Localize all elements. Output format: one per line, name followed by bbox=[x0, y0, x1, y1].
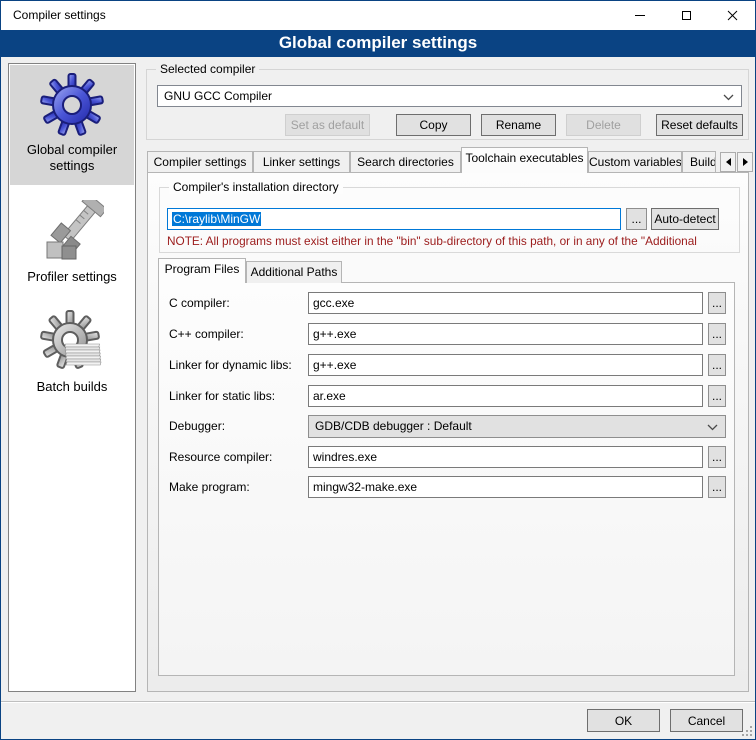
tab-toolchain-executables[interactable]: Toolchain executables bbox=[461, 147, 588, 173]
sidebar-item-label: Profiler settings bbox=[27, 269, 117, 285]
tab-scroll-left-button[interactable] bbox=[720, 152, 736, 172]
arrow-right-icon bbox=[743, 158, 748, 166]
tab-custom-variables[interactable]: Custom variables bbox=[588, 151, 682, 173]
installation-directory-group: Compiler's installation directory C:\ray… bbox=[159, 187, 740, 253]
settings-category-list: Global compiler settings Profiler settin… bbox=[8, 63, 136, 692]
selected-compiler-group-label: Selected compiler bbox=[156, 62, 259, 76]
compiler-settings-dialog: Compiler settings Global compiler settin… bbox=[0, 0, 756, 740]
gear-stack-icon bbox=[40, 310, 104, 374]
window-title: Compiler settings bbox=[13, 1, 106, 30]
delete-button[interactable]: Delete bbox=[566, 114, 641, 136]
browse-directory-button[interactable]: ... bbox=[626, 208, 647, 230]
sidebar-item-label: Global compiler settings bbox=[10, 142, 134, 174]
static-linker-browse-button[interactable]: ... bbox=[708, 385, 726, 407]
tab-search-directories[interactable]: Search directories bbox=[350, 151, 461, 173]
resource-compiler-browse-button[interactable]: ... bbox=[708, 446, 726, 468]
maximize-button[interactable] bbox=[663, 1, 709, 30]
tab-scroll-right-button[interactable] bbox=[737, 152, 753, 172]
window-controls bbox=[617, 1, 755, 30]
dynamic-linker-browse-button[interactable]: ... bbox=[708, 354, 726, 376]
minimize-icon bbox=[635, 15, 645, 16]
minimize-button[interactable] bbox=[617, 1, 663, 30]
arrow-left-icon bbox=[726, 158, 731, 166]
tab-compiler-settings[interactable]: Compiler settings bbox=[147, 151, 253, 173]
c-compiler-browse-button[interactable]: ... bbox=[708, 292, 726, 314]
close-button[interactable] bbox=[709, 1, 755, 30]
note-text: NOTE: All programs must exist either in … bbox=[167, 234, 737, 248]
tab-build-clipped[interactable]: Build bbox=[682, 151, 716, 173]
sidebar-item-batch-builds[interactable]: Batch builds bbox=[10, 296, 134, 414]
debugger-select[interactable]: GDB/CDB debugger : Default bbox=[308, 415, 726, 438]
installation-directory-value: C:\raylib\MinGW bbox=[172, 212, 261, 226]
subtab-program-files[interactable]: Program Files bbox=[158, 258, 246, 283]
dynamic-linker-label: Linker for dynamic libs: bbox=[169, 358, 292, 372]
maximize-icon bbox=[682, 11, 691, 20]
toolchain-executables-page: Compiler's installation directory C:\ray… bbox=[147, 172, 749, 692]
resource-compiler-input[interactable] bbox=[308, 446, 703, 468]
c-compiler-label: C compiler: bbox=[169, 296, 230, 310]
ok-button[interactable]: OK bbox=[587, 709, 660, 732]
compiler-select-value: GNU GCC Compiler bbox=[164, 89, 272, 103]
static-linker-label: Linker for static libs: bbox=[169, 389, 275, 403]
gear-blue-icon bbox=[40, 73, 104, 137]
debugger-select-value: GDB/CDB debugger : Default bbox=[315, 419, 472, 433]
page-title: Global compiler settings bbox=[1, 30, 755, 57]
selected-compiler-group: Selected compiler GNU GCC Compiler Set a… bbox=[146, 69, 749, 140]
auto-detect-button[interactable]: Auto-detect bbox=[651, 208, 719, 230]
c-compiler-input[interactable] bbox=[308, 292, 703, 314]
rename-button[interactable]: Rename bbox=[481, 114, 556, 136]
cpp-compiler-label: C++ compiler: bbox=[169, 327, 244, 341]
program-files-page: C compiler: ... C++ compiler: ... Linker… bbox=[158, 282, 735, 676]
copy-button[interactable]: Copy bbox=[396, 114, 471, 136]
subtab-additional-paths[interactable]: Additional Paths bbox=[246, 261, 342, 283]
installation-directory-group-label: Compiler's installation directory bbox=[169, 180, 343, 194]
close-icon bbox=[727, 10, 738, 21]
make-program-label: Make program: bbox=[169, 480, 250, 494]
make-program-input[interactable] bbox=[308, 476, 703, 498]
tab-linker-settings[interactable]: Linker settings bbox=[253, 151, 350, 173]
set-as-default-button[interactable]: Set as default bbox=[285, 114, 370, 136]
chevron-down-icon bbox=[707, 424, 718, 431]
resource-compiler-label: Resource compiler: bbox=[169, 450, 272, 464]
make-program-browse-button[interactable]: ... bbox=[708, 476, 726, 498]
sidebar-item-global-compiler-settings[interactable]: Global compiler settings bbox=[10, 65, 134, 185]
debugger-label: Debugger: bbox=[169, 419, 225, 433]
cpp-compiler-input[interactable] bbox=[308, 323, 703, 345]
sidebar-item-profiler-settings[interactable]: Profiler settings bbox=[10, 186, 134, 292]
sidebar-item-label: Batch builds bbox=[37, 379, 108, 395]
dynamic-linker-input[interactable] bbox=[308, 354, 703, 376]
resize-grip[interactable] bbox=[740, 724, 753, 737]
caliper-icon bbox=[40, 200, 104, 264]
titlebar: Compiler settings bbox=[1, 1, 755, 30]
compiler-select[interactable]: GNU GCC Compiler bbox=[157, 85, 742, 107]
footer-divider bbox=[1, 701, 755, 703]
cpp-compiler-browse-button[interactable]: ... bbox=[708, 323, 726, 345]
reset-defaults-button[interactable]: Reset defaults bbox=[656, 114, 743, 136]
static-linker-input[interactable] bbox=[308, 385, 703, 407]
cancel-button[interactable]: Cancel bbox=[670, 709, 743, 732]
chevron-down-icon bbox=[723, 94, 734, 101]
installation-directory-input[interactable]: C:\raylib\MinGW bbox=[167, 208, 621, 230]
